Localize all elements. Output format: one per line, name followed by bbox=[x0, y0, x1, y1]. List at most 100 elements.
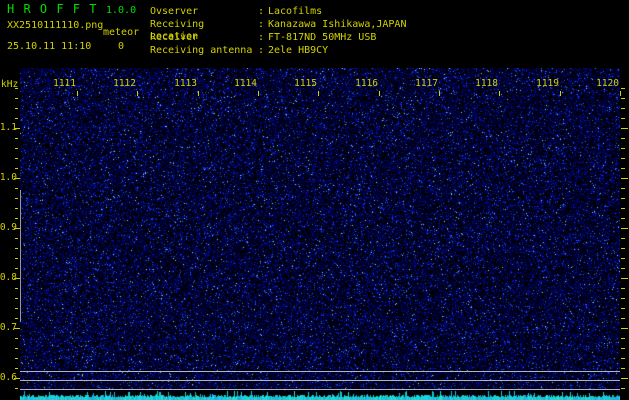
freq-tick-left bbox=[15, 358, 18, 359]
time-tick-label: 1112 bbox=[106, 79, 136, 89]
carrier-line bbox=[20, 389, 620, 390]
freq-tick-label: 0.8 bbox=[0, 273, 17, 283]
freq-tick-right bbox=[621, 348, 625, 349]
info-value: Lacofilms bbox=[268, 6, 322, 18]
freq-tick-left bbox=[15, 338, 18, 339]
app-version: 1.0.0 bbox=[106, 5, 136, 16]
freq-tick-left bbox=[15, 88, 18, 89]
info-value: 2ele HB9CY bbox=[268, 45, 328, 57]
freq-tick-left bbox=[15, 248, 18, 249]
carrier-line bbox=[20, 380, 620, 381]
freq-tick-right bbox=[621, 338, 625, 339]
info-value: FT-817ND 50MHz USB bbox=[268, 32, 376, 44]
info-row-receiver: Receiver : FT-817ND 50MHz USB bbox=[150, 32, 376, 44]
info-separator: : bbox=[258, 32, 268, 44]
freq-tick-left bbox=[15, 158, 18, 159]
freq-tick-left bbox=[15, 388, 18, 389]
output-filename: XX2510111110.png bbox=[7, 20, 103, 31]
freq-tick-right bbox=[621, 88, 625, 89]
freq-tick-right bbox=[621, 298, 625, 299]
freq-tick-right bbox=[621, 288, 625, 289]
freq-tick-right bbox=[621, 258, 625, 259]
freq-tick-label: 1.0 bbox=[0, 173, 17, 183]
freq-tick-left bbox=[15, 268, 18, 269]
time-tick-label: 1117 bbox=[408, 79, 438, 89]
freq-tick-left bbox=[15, 98, 18, 99]
freq-tick-right bbox=[621, 118, 625, 119]
time-tick bbox=[258, 91, 259, 96]
freq-tick-left bbox=[15, 148, 18, 149]
time-tick bbox=[560, 91, 561, 96]
info-separator: : bbox=[258, 6, 268, 18]
freq-tick-label: 0.7 bbox=[0, 323, 17, 333]
freq-tick-left bbox=[15, 348, 18, 349]
time-tick-label: 1119 bbox=[529, 79, 559, 89]
freq-tick-right bbox=[621, 98, 625, 99]
freq-tick-right bbox=[621, 128, 628, 129]
time-tick bbox=[198, 91, 199, 96]
freq-tick-left bbox=[15, 138, 18, 139]
freq-tick-right bbox=[621, 108, 625, 109]
freq-tick-right bbox=[621, 238, 625, 239]
time-tick bbox=[620, 91, 621, 96]
time-tick bbox=[499, 91, 500, 96]
freq-tick-left bbox=[15, 308, 18, 309]
time-tick-label: 1116 bbox=[348, 79, 378, 89]
freq-tick-left bbox=[15, 208, 18, 209]
freq-tick-left bbox=[15, 288, 18, 289]
freq-tick-right bbox=[621, 388, 625, 389]
freq-tick-left bbox=[15, 258, 18, 259]
freq-tick-right bbox=[621, 318, 625, 319]
freq-tick-right bbox=[621, 168, 625, 169]
freq-tick-left bbox=[15, 218, 18, 219]
time-tick bbox=[439, 91, 440, 96]
freq-tick-left bbox=[15, 298, 18, 299]
time-tick-label: 1114 bbox=[227, 79, 257, 89]
info-separator: : bbox=[258, 45, 268, 57]
info-row-observer: Ovserver : Lacofilms bbox=[150, 6, 322, 18]
freq-tick-right bbox=[621, 208, 625, 209]
freq-tick-right bbox=[621, 188, 625, 189]
freq-tick-left bbox=[15, 108, 18, 109]
hrofft-output-screen: H R O F F T 1.0.0 XX2510111110.png meteo… bbox=[0, 0, 629, 400]
freq-tick-right bbox=[621, 138, 625, 139]
freq-tick-label: 1.1 bbox=[0, 123, 17, 133]
time-tick-label: 1111 bbox=[46, 79, 76, 89]
freq-tick-left bbox=[15, 238, 18, 239]
freq-tick-left bbox=[15, 188, 18, 189]
time-tick-label: 1120 bbox=[589, 79, 619, 89]
mode-label: meteor bbox=[103, 27, 139, 38]
app-title: H R O F F T bbox=[7, 3, 97, 16]
freq-tick-left bbox=[15, 318, 18, 319]
freq-tick-left bbox=[15, 198, 18, 199]
spectrogram-canvas bbox=[20, 68, 620, 400]
freq-tick-right bbox=[621, 278, 628, 279]
freq-tick-right bbox=[621, 368, 625, 369]
time-tick bbox=[379, 91, 380, 96]
freq-tick-right bbox=[621, 158, 625, 159]
freq-tick-left bbox=[15, 368, 18, 369]
time-tick bbox=[137, 91, 138, 96]
time-tick-label: 1113 bbox=[167, 79, 197, 89]
freq-tick-right bbox=[621, 378, 628, 379]
freq-tick-right bbox=[621, 268, 625, 269]
freq-tick-right bbox=[621, 198, 625, 199]
freq-tick-right bbox=[621, 218, 625, 219]
info-row-antenna: Receiving antenna : 2ele HB9CY bbox=[150, 45, 328, 57]
time-tick bbox=[77, 91, 78, 96]
echo-count: 0 bbox=[103, 41, 139, 52]
freq-tick-right bbox=[621, 308, 625, 309]
info-label: Receiver bbox=[150, 32, 258, 44]
freq-tick-right bbox=[621, 248, 625, 249]
freq-tick-label: 0.6 bbox=[0, 373, 17, 383]
time-tick-label: 1115 bbox=[287, 79, 317, 89]
info-label: Ovserver bbox=[150, 6, 258, 18]
freq-tick-left bbox=[15, 168, 18, 169]
freq-tick-right bbox=[621, 228, 628, 229]
freq-tick-right bbox=[621, 178, 628, 179]
freq-tick-right bbox=[621, 148, 625, 149]
freq-tick-right bbox=[621, 358, 625, 359]
freq-tick-right bbox=[621, 328, 628, 329]
info-label: Receiving antenna bbox=[150, 45, 258, 57]
left-marker-line bbox=[20, 190, 21, 322]
